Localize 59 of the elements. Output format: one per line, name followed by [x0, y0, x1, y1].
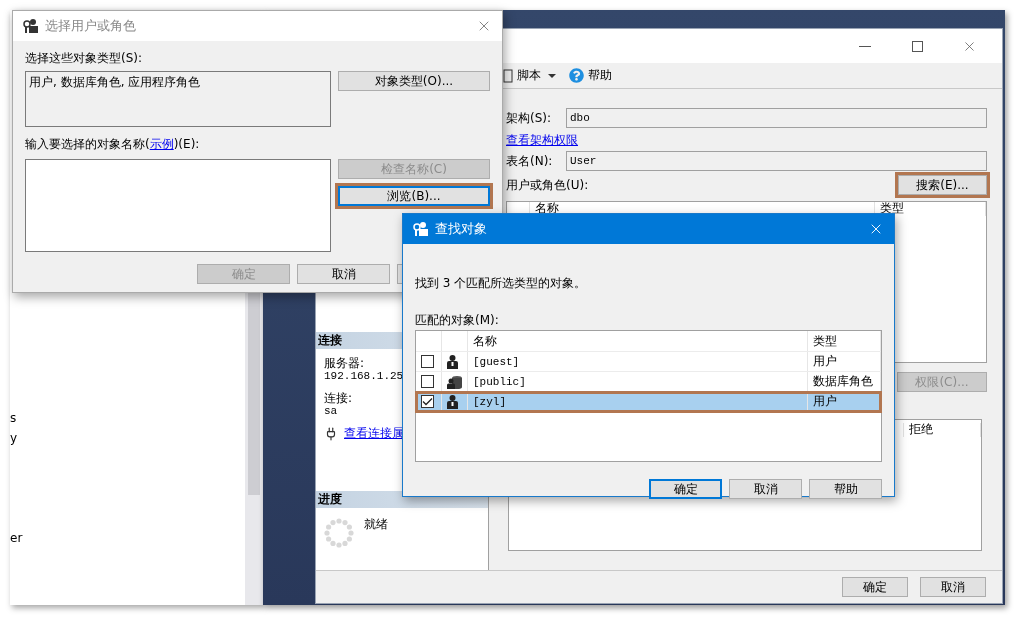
script-icon[interactable]	[503, 68, 513, 83]
result-message: 找到 3 个匹配所选类型的对象。	[415, 275, 588, 292]
names-label: 输入要选择的对象名称(示例)(E):	[25, 137, 201, 151]
dialog-button[interactable]: 搜索(E)...	[898, 175, 987, 195]
users-icon	[413, 221, 429, 237]
dialog-button[interactable]: 确定	[842, 577, 908, 597]
column-header[interactable]: 拒绝	[904, 423, 981, 437]
table-cell: 用户	[813, 353, 837, 370]
schema-field[interactable]: dbo	[566, 108, 987, 128]
table-name-field[interactable]: User	[566, 151, 987, 171]
role-icon	[447, 374, 462, 389]
list-row[interactable]: [guest] 用户	[416, 352, 881, 372]
plug-icon	[324, 426, 338, 441]
tree-item[interactable]: y	[10, 428, 245, 448]
dialog-button[interactable]: 取消	[297, 264, 390, 284]
dialog-title: 选择用户或角色	[45, 17, 137, 35]
user-icon	[447, 394, 458, 409]
column-header[interactable]: 类型	[813, 332, 837, 350]
object-types-box: 用户, 数据库角色, 应用程序角色	[25, 71, 331, 127]
login-label: 连接:	[324, 392, 353, 405]
help-icon[interactable]	[569, 68, 584, 83]
dialog-button[interactable]: 取消	[920, 577, 986, 597]
tree-item[interactable]: er	[10, 528, 245, 548]
dialog-button[interactable]: 帮助	[809, 479, 882, 499]
list-row[interactable]: [public] 数据库角色	[416, 372, 881, 392]
names-input[interactable]	[25, 159, 331, 252]
help-button[interactable]: 帮助	[588, 67, 612, 84]
field-label: 用户或角色(U):	[506, 176, 590, 194]
script-button[interactable]: 脚本	[517, 67, 541, 84]
maximize-icon[interactable]	[911, 40, 923, 52]
checkbox[interactable]	[421, 395, 434, 408]
dialog-button[interactable]: 对象类型(O)...	[338, 71, 490, 91]
schema-permissions-link[interactable]: 查看架构权限	[506, 131, 578, 149]
table-cell: 用户	[813, 393, 837, 410]
dialog-button[interactable]: 浏览(B)...	[338, 186, 490, 206]
user-icon	[447, 354, 458, 369]
table-cell: [zyl]	[473, 395, 506, 408]
example-link[interactable]: 示例	[149, 137, 174, 151]
users-icon	[23, 18, 39, 34]
list-label: 匹配的对象(M):	[415, 313, 500, 327]
table-cell: [guest]	[473, 355, 520, 368]
dialog-title: 查找对象	[435, 220, 488, 238]
tree-item[interactable]: s	[10, 408, 245, 428]
list-row[interactable]: [zyl] 用户	[416, 392, 881, 412]
field-label: 架构(S):	[506, 109, 553, 127]
server-value: 192.168.1.25	[324, 370, 404, 382]
types-label: 选择这些对象类型(S):	[25, 51, 144, 65]
checkbox[interactable]	[421, 355, 434, 368]
dialog-button[interactable]: 取消	[729, 479, 802, 499]
table-cell: [public]	[473, 375, 526, 388]
spinner-icon	[324, 518, 354, 548]
checkbox[interactable]	[421, 375, 434, 388]
login-value: sa	[324, 405, 338, 417]
minimize-icon[interactable]	[859, 44, 871, 48]
table-cell: 数据库角色	[813, 373, 873, 390]
status-text: 就绪	[364, 518, 388, 531]
field-label: 表名(N):	[506, 152, 554, 170]
server-label: 服务器:	[324, 357, 365, 370]
dialog-button[interactable]: 确定	[649, 479, 722, 499]
